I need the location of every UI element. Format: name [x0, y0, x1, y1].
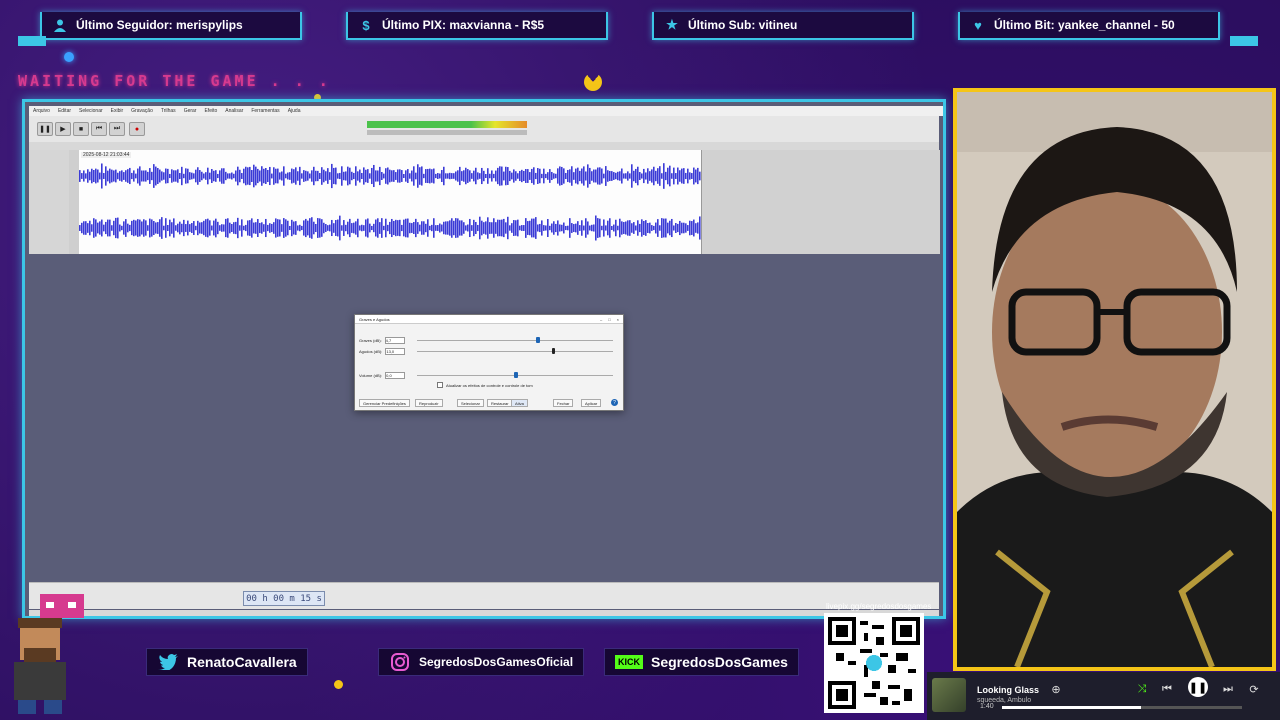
mouse-cursor	[552, 348, 555, 354]
link-checkbox-row[interactable]: Atualizar os efeitos de controle e contr…	[437, 382, 533, 388]
dollar-icon: $	[362, 17, 370, 33]
minimize-icon[interactable]: –	[600, 317, 602, 322]
pacman-icon	[584, 73, 602, 91]
bass-slider-thumb[interactable]	[536, 337, 540, 343]
qr-code[interactable]	[824, 613, 924, 713]
status-bar	[29, 610, 939, 616]
skip-start-icon[interactable]: ⏮	[91, 122, 107, 136]
alert-last-pix-text: Último PIX: maxvianna - R$5	[382, 18, 545, 32]
bass-input[interactable]: 4,7	[384, 337, 405, 344]
treble-label: Agudos (dB):	[359, 349, 383, 354]
volume-label: Volume (dB):	[359, 373, 383, 378]
clip-label[interactable]: 2025-08-12 21:03:44	[81, 152, 132, 158]
waveform[interactable]	[79, 150, 701, 254]
record-icon[interactable]: ●	[129, 122, 145, 136]
playback-meter[interactable]	[367, 130, 527, 135]
next-icon[interactable]: ⏭	[1219, 680, 1237, 698]
link-checkbox[interactable]	[437, 382, 443, 388]
skip-end-icon[interactable]: ⏭	[109, 122, 125, 136]
alert-last-sub-text: Último Sub: vitineu	[688, 18, 798, 32]
waiting-banner: WAITING FOR THE GAME . . .	[18, 72, 331, 90]
song-title: Looking Glass	[977, 685, 1040, 695]
select-button[interactable]: Selecionar	[457, 399, 484, 407]
deco-bar	[18, 36, 46, 46]
user-icon	[52, 17, 68, 33]
audacity-menubar[interactable]: Arquivo Editar Selecionar Exibir Gravação Tri…	[29, 106, 943, 116]
twitter-icon	[157, 652, 179, 672]
alert-last-sub: ★ Último Sub: vitineu	[652, 12, 914, 40]
waveform-graphic	[79, 163, 701, 241]
alert-last-pix: $ Último PIX: maxvianna - R$5	[346, 12, 608, 40]
alert-last-follower-text: Último Seguidor: merispylips	[76, 18, 243, 32]
star-icon: ★	[666, 17, 678, 32]
dialog-titlebar: Graves e Agudos – □ ×	[355, 315, 623, 324]
playback-progress[interactable]	[1002, 706, 1242, 709]
screen-capture: Arquivo Editar Selecionar Exibir Gravação Tri…	[22, 99, 946, 619]
audacity-toolbar: ❚❚ ▶ ■ ⏮ ⏭ ●	[29, 116, 939, 143]
instagram-icon	[389, 652, 411, 672]
heart-icon: ♥	[974, 17, 982, 33]
manage-presets-button[interactable]: Gerenciar Predefinições	[359, 399, 410, 407]
social-kick[interactable]: KICK SegredosDosGames	[604, 648, 799, 676]
link-checkbox-label: Atualizar os efeitos de controle e contr…	[446, 382, 533, 388]
deco-dot	[334, 680, 343, 689]
empty-track-area[interactable]	[701, 150, 940, 254]
selection-toolbar: 00 h 00 m 15 s	[29, 582, 939, 609]
repeat-icon[interactable]: ⟳	[1245, 680, 1263, 698]
dialog-title: Graves e Agudos	[359, 316, 390, 322]
playback-time: 1:40	[980, 703, 994, 710]
stop-icon[interactable]: ■	[73, 122, 89, 136]
shuffle-icon[interactable]: ⤨	[1133, 680, 1151, 698]
playback-progress-fill	[1002, 706, 1142, 709]
music-player: Looking Glass squeeda, Ambulo ⊕ ⤨ ⏮ ❚❚ ⏭…	[927, 672, 1280, 720]
album-art	[932, 678, 966, 712]
instagram-handle: SegredosDosGamesOficial	[419, 655, 574, 669]
alert-last-follower: Último Seguidor: merispylips	[40, 12, 302, 40]
webcam-image	[957, 92, 1272, 667]
treble-input[interactable]: 13,0	[385, 348, 406, 355]
deco-dot	[64, 52, 74, 62]
kick-icon: KICK	[615, 655, 643, 669]
webcam-feed	[953, 88, 1276, 671]
restore-button[interactable]: Restaurar	[487, 399, 513, 407]
bass-slider[interactable]	[417, 340, 613, 341]
treble-row: Agudos (dB): 13,0	[359, 348, 406, 355]
recording-meter[interactable]	[367, 121, 527, 128]
social-instagram[interactable]: SegredosDosGamesOficial	[378, 648, 585, 676]
alert-last-bit: ♥ Último Bit: yankee_channel - 50	[958, 12, 1220, 40]
close-icon[interactable]: ×	[617, 317, 619, 322]
volume-row: Volume (dB): 0,0	[359, 372, 406, 379]
maximize-icon[interactable]: □	[608, 317, 610, 322]
add-icon[interactable]: ⊕	[1047, 680, 1065, 698]
pixel-mascot	[6, 594, 92, 714]
social-twitter[interactable]: RenatoCavallera	[146, 648, 308, 676]
volume-input[interactable]: 0,0	[385, 372, 406, 379]
play-icon[interactable]: ▶	[55, 122, 71, 136]
track-scale	[69, 150, 79, 254]
bass-label: Graves (dB):	[359, 338, 382, 343]
twitter-handle: RenatoCavallera	[187, 654, 297, 670]
volume-slider-thumb[interactable]	[514, 372, 518, 378]
previous-icon[interactable]: ⏮	[1158, 680, 1176, 698]
alert-last-bit-text: Último Bit: yankee_channel - 50	[994, 18, 1175, 32]
pause-icon[interactable]: ❚❚	[1188, 677, 1208, 697]
preview-button[interactable]: Reproduzir	[415, 399, 443, 407]
enable-checkbox[interactable]: Ativa	[511, 399, 528, 407]
kick-handle: SegredosDosGames	[651, 654, 788, 670]
time-counter[interactable]: 00 h 00 m 15 s	[243, 591, 325, 606]
treble-slider[interactable]	[417, 351, 613, 352]
qr-code-graphic	[828, 617, 920, 709]
bass-treble-dialog: Graves e Agudos – □ × Graves (dB): 4,7 Agu…	[354, 314, 624, 411]
help-icon[interactable]: ?	[611, 399, 618, 406]
track-control-panel[interactable]	[29, 150, 70, 254]
qr-label: livepix.gg/segredosdosgames	[826, 602, 932, 611]
apply-button[interactable]: Aplicar	[581, 399, 602, 407]
close-button[interactable]: Fechar	[553, 399, 574, 407]
bass-row: Graves (dB): 4,7	[359, 337, 405, 344]
pause-icon[interactable]: ❚❚	[37, 122, 53, 136]
deco-bar	[1230, 36, 1258, 46]
